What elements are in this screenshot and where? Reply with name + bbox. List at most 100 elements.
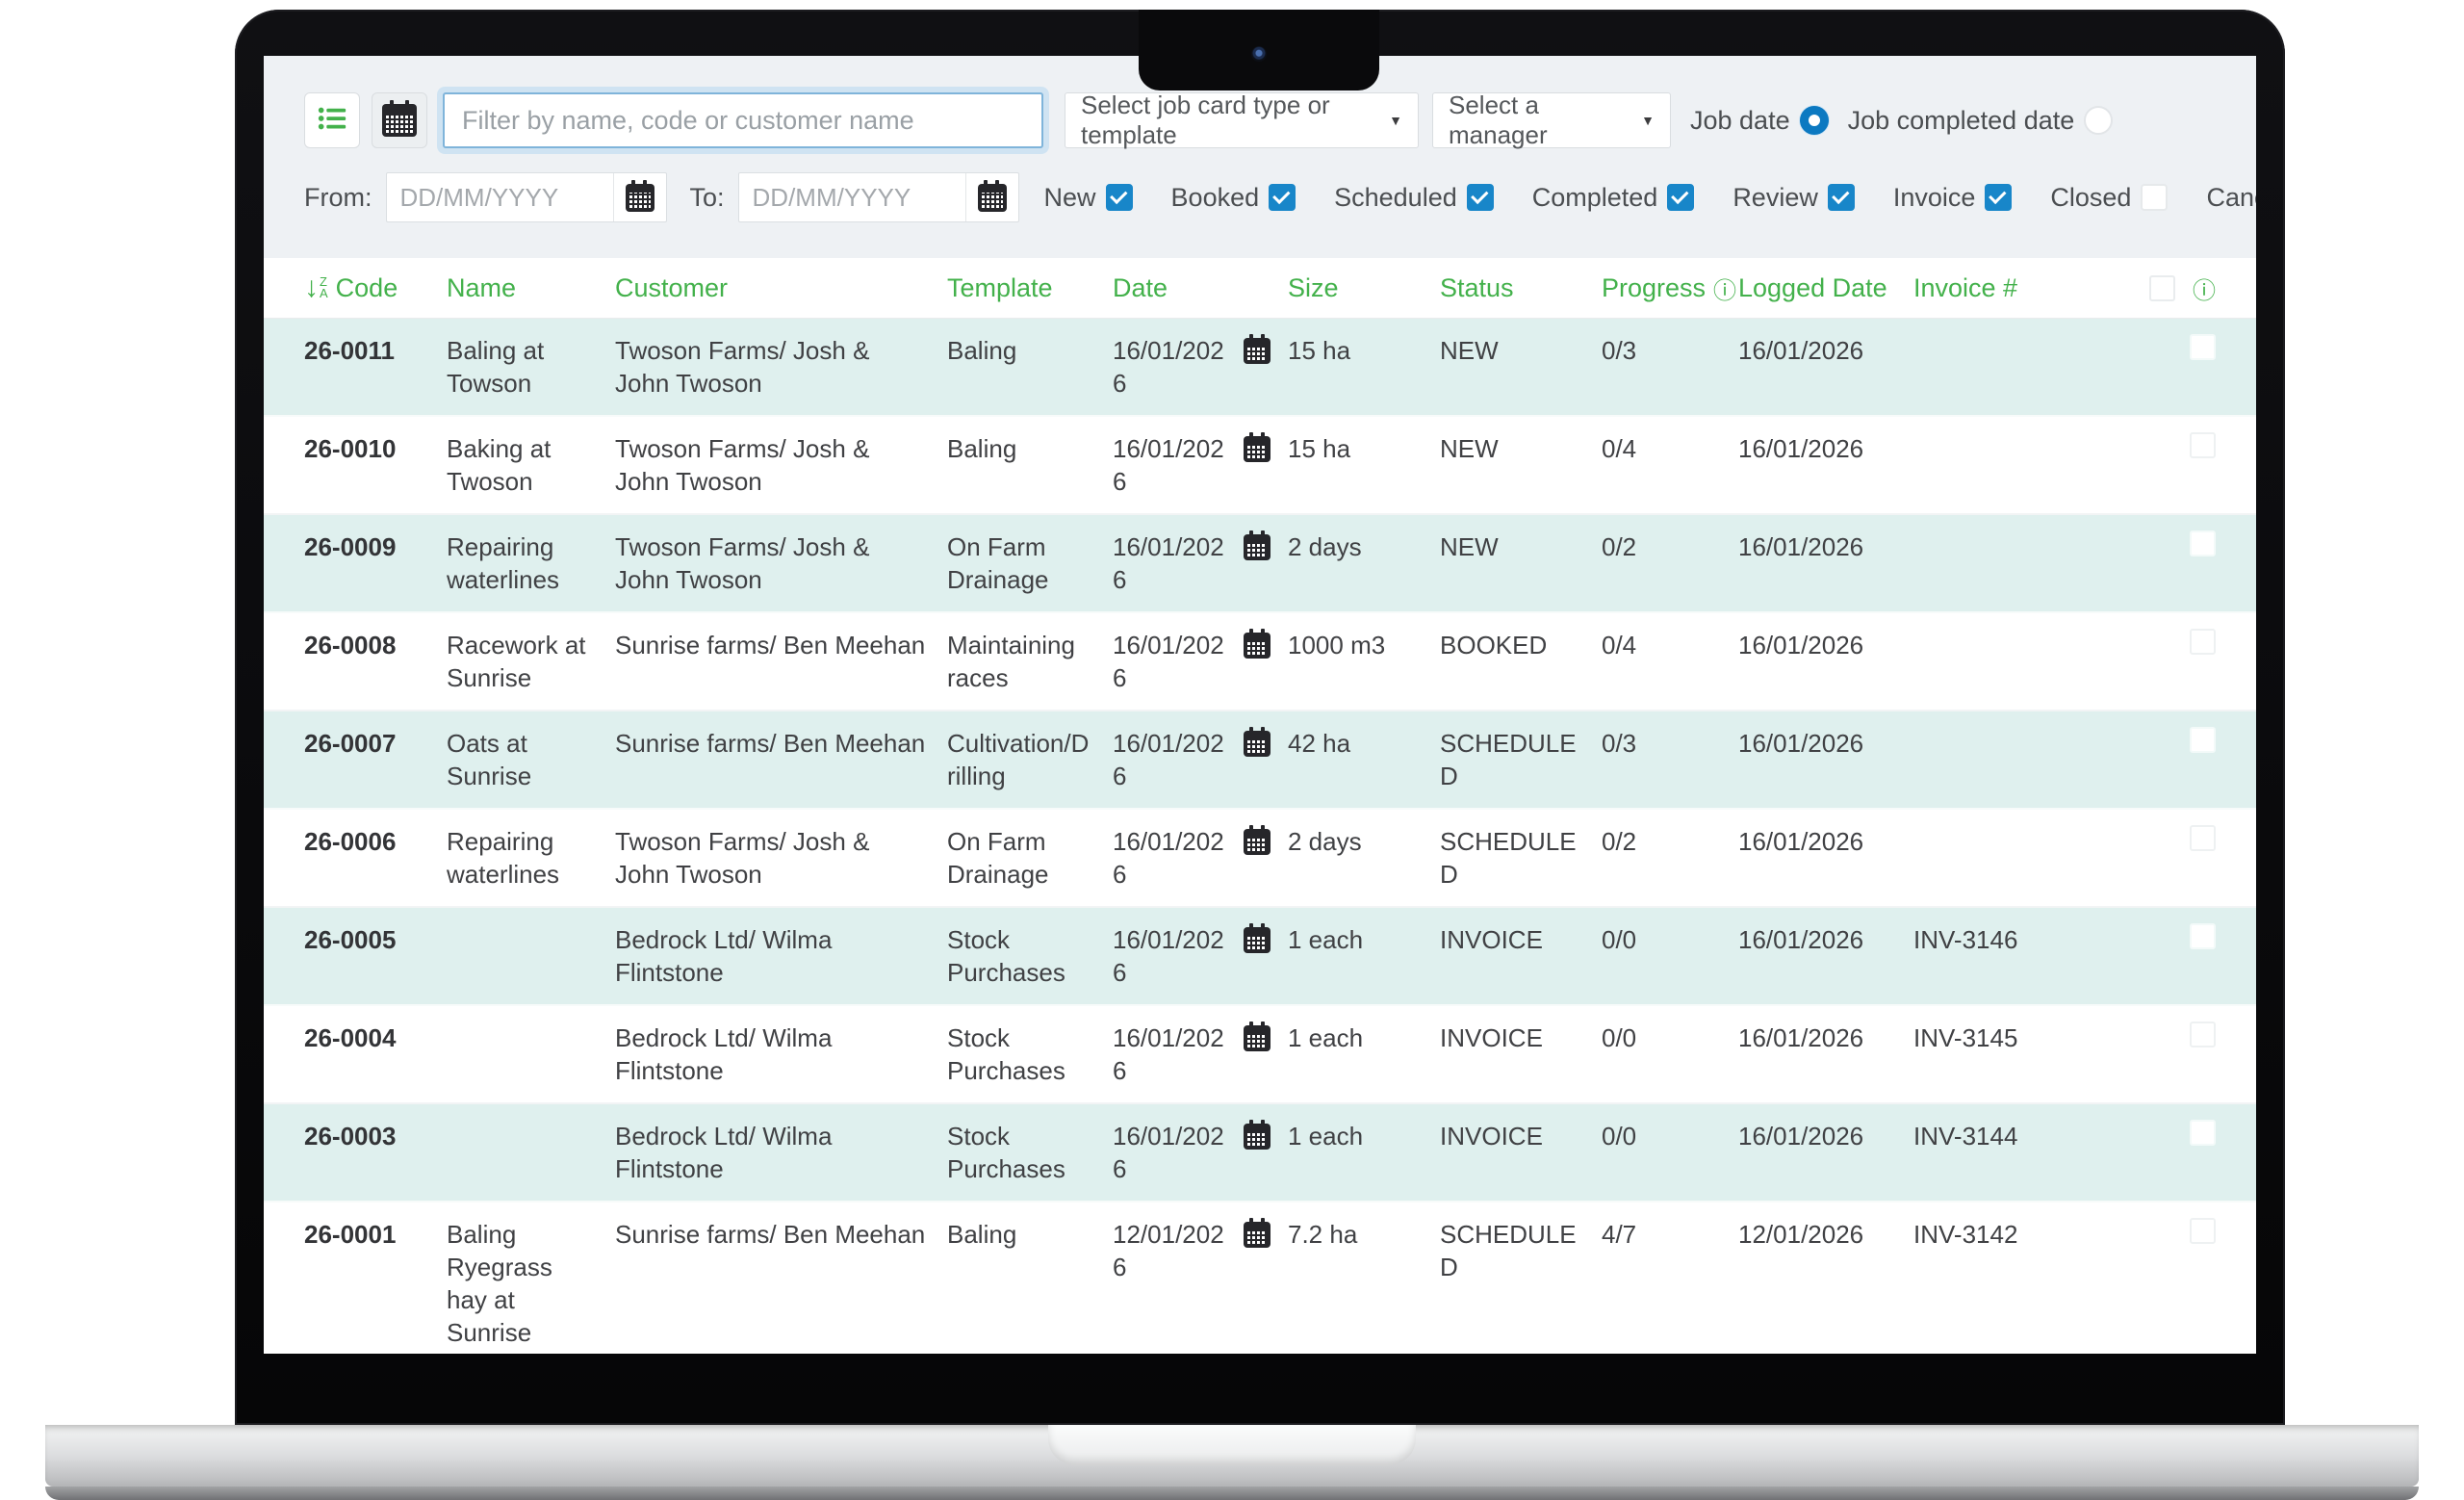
table-row[interactable]: 26-0008Racework at SunriseSunrise farms/… [264,613,2256,711]
info-icon[interactable]: ⓘ [2193,272,2216,305]
column-header-size[interactable]: Size [1288,273,1440,303]
check-icon [1110,187,1127,204]
status-filter-checkbox[interactable] [1467,184,1494,211]
column-header-code[interactable]: ↓ZA Code [304,273,447,303]
job-completed-radio[interactable] [2084,106,2113,135]
check-icon [1989,187,2007,204]
cell-logged-date: 16/01/2026 [1738,613,1913,677]
table-row[interactable]: 26-0009Repairing waterlinesTwoson Farms/… [264,515,2256,613]
row-checkbox[interactable] [2190,334,2216,360]
cell-customer: Bedrock Ltd/ Wilma Flintstone [615,1104,947,1201]
from-date-calendar-button[interactable] [613,173,666,221]
row-checkbox[interactable] [2190,1218,2216,1244]
calendar-icon [1244,829,1270,855]
column-header-invoice[interactable]: Invoice # [1913,273,2054,303]
table-row[interactable]: 26-0001Baling Ryegrass hay at SunriseSun… [264,1203,2256,1354]
status-filter-cancelled[interactable]: Cancelled [2206,183,2256,213]
status-filter-invoice[interactable]: Invoice [1893,183,2013,213]
row-checkbox[interactable] [2190,629,2216,655]
status-filter-checkbox[interactable] [2141,184,2168,211]
calendar-icon [978,184,1007,212]
calendar-icon [1244,1222,1270,1248]
date-text: 16/01/2026 [1113,334,1230,400]
cell-select [2054,810,2216,866]
cell-select [2054,319,2216,375]
cell-invoice [1913,417,2054,448]
status-filter-checkbox[interactable] [1667,184,1694,211]
table-row[interactable]: 26-0007Oats at SunriseSunrise farms/ Ben… [264,711,2256,810]
app-screen: Select job card type or template ▼ Selec… [264,56,2256,1354]
list-icon [316,102,348,140]
from-date-field [386,172,667,222]
cell-progress: 0/0 [1602,1104,1738,1168]
cell-code: 26-0001 [304,1203,447,1266]
job-type-select[interactable]: Select job card type or template ▼ [1065,92,1419,148]
manager-select-value: Select a manager [1449,91,1630,150]
row-checkbox[interactable] [2190,1120,2216,1146]
table-row[interactable]: 26-0006Repairing waterlinesTwoson Farms/… [264,810,2256,908]
row-checkbox[interactable] [2190,530,2216,556]
list-view-button[interactable] [304,92,360,148]
column-header-progress[interactable]: Progress ⓘ [1602,272,1738,305]
job-completed-radio-label: Job completed date [1848,106,2075,136]
cell-select [2054,1104,2216,1161]
to-date-input[interactable] [739,183,965,213]
calendar-icon [1244,1124,1270,1150]
cell-progress: 0/4 [1602,417,1738,480]
cell-size: 15 ha [1288,319,1440,382]
status-filter-new[interactable]: New [1044,183,1133,213]
cell-status: SCHEDULED [1440,1203,1602,1299]
table-row[interactable]: 26-0010Baking at TwosonTwoson Farms/ Jos… [264,417,2256,515]
status-filter-completed[interactable]: Completed [1532,183,1695,213]
row-checkbox[interactable] [2190,825,2216,851]
cell-customer: Sunrise farms/ Ben Meehan [615,1203,947,1266]
column-header-date[interactable]: Date [1113,273,1288,303]
search-input[interactable] [443,92,1043,148]
status-filter-checkbox[interactable] [1985,184,2012,211]
select-all-checkbox[interactable] [2149,275,2175,301]
column-header-logged-date[interactable]: Logged Date [1738,273,1913,303]
status-filter-scheduled[interactable]: Scheduled [1334,183,1494,213]
cell-size: 7.2 ha [1288,1203,1440,1266]
column-header-customer[interactable]: Customer [615,273,947,303]
table-row[interactable]: 26-0003Bedrock Ltd/ Wilma FlintstoneStoc… [264,1104,2256,1203]
column-header-status[interactable]: Status [1440,273,1602,303]
row-checkbox[interactable] [2190,432,2216,458]
to-date-calendar-button[interactable] [965,173,1018,221]
date-range-and-status-filters: From: To: NewBookedScheduledCompletedRev… [304,168,2256,227]
status-filter-label: Review [1732,183,1818,213]
status-filter-booked[interactable]: Booked [1171,183,1296,213]
column-header-name[interactable]: Name [447,273,615,303]
table-row[interactable]: 26-0005Bedrock Ltd/ Wilma FlintstoneStoc… [264,908,2256,1006]
cell-customer: Twoson Farms/ Josh & John Twoson [615,810,947,906]
cell-status: BOOKED [1440,613,1602,677]
status-filter-checkbox[interactable] [1106,184,1133,211]
cell-name [447,1104,615,1135]
cell-size: 15 ha [1288,417,1440,480]
manager-select[interactable]: Select a manager ▼ [1432,92,1671,148]
table-row[interactable]: 26-0011Baling at TowsonTwoson Farms/ Jos… [264,319,2256,417]
column-header-template[interactable]: Template [947,273,1113,303]
status-filter-closed[interactable]: Closed [2050,183,2168,213]
cell-name: Baking at Twoson [447,417,615,513]
row-checkbox[interactable] [2190,1022,2216,1047]
status-filter-group: New Booked Scheduled Completed Review Invoice… [1044,168,2256,227]
info-icon[interactable]: ⓘ [1713,272,1736,305]
date-text: 16/01/2026 [1113,1120,1230,1185]
calendar-icon [1244,436,1270,462]
job-date-radio[interactable] [1800,106,1829,135]
to-date-field [738,172,1019,222]
table-row[interactable]: 26-0004Bedrock Ltd/ Wilma FlintstoneStoc… [264,1006,2256,1104]
from-date-input[interactable] [387,183,613,213]
row-checkbox[interactable] [2190,923,2216,949]
cell-select [2054,1203,2216,1259]
calendar-icon [382,104,417,137]
cell-invoice [1913,319,2054,349]
cell-invoice: INV-3144 [1913,1104,2054,1168]
status-filter-review[interactable]: Review [1732,183,1855,213]
calendar-view-button[interactable] [372,92,427,148]
cell-date: 16/01/2026 [1113,319,1288,415]
status-filter-checkbox[interactable] [1828,184,1855,211]
row-checkbox[interactable] [2190,727,2216,753]
status-filter-checkbox[interactable] [1269,184,1296,211]
